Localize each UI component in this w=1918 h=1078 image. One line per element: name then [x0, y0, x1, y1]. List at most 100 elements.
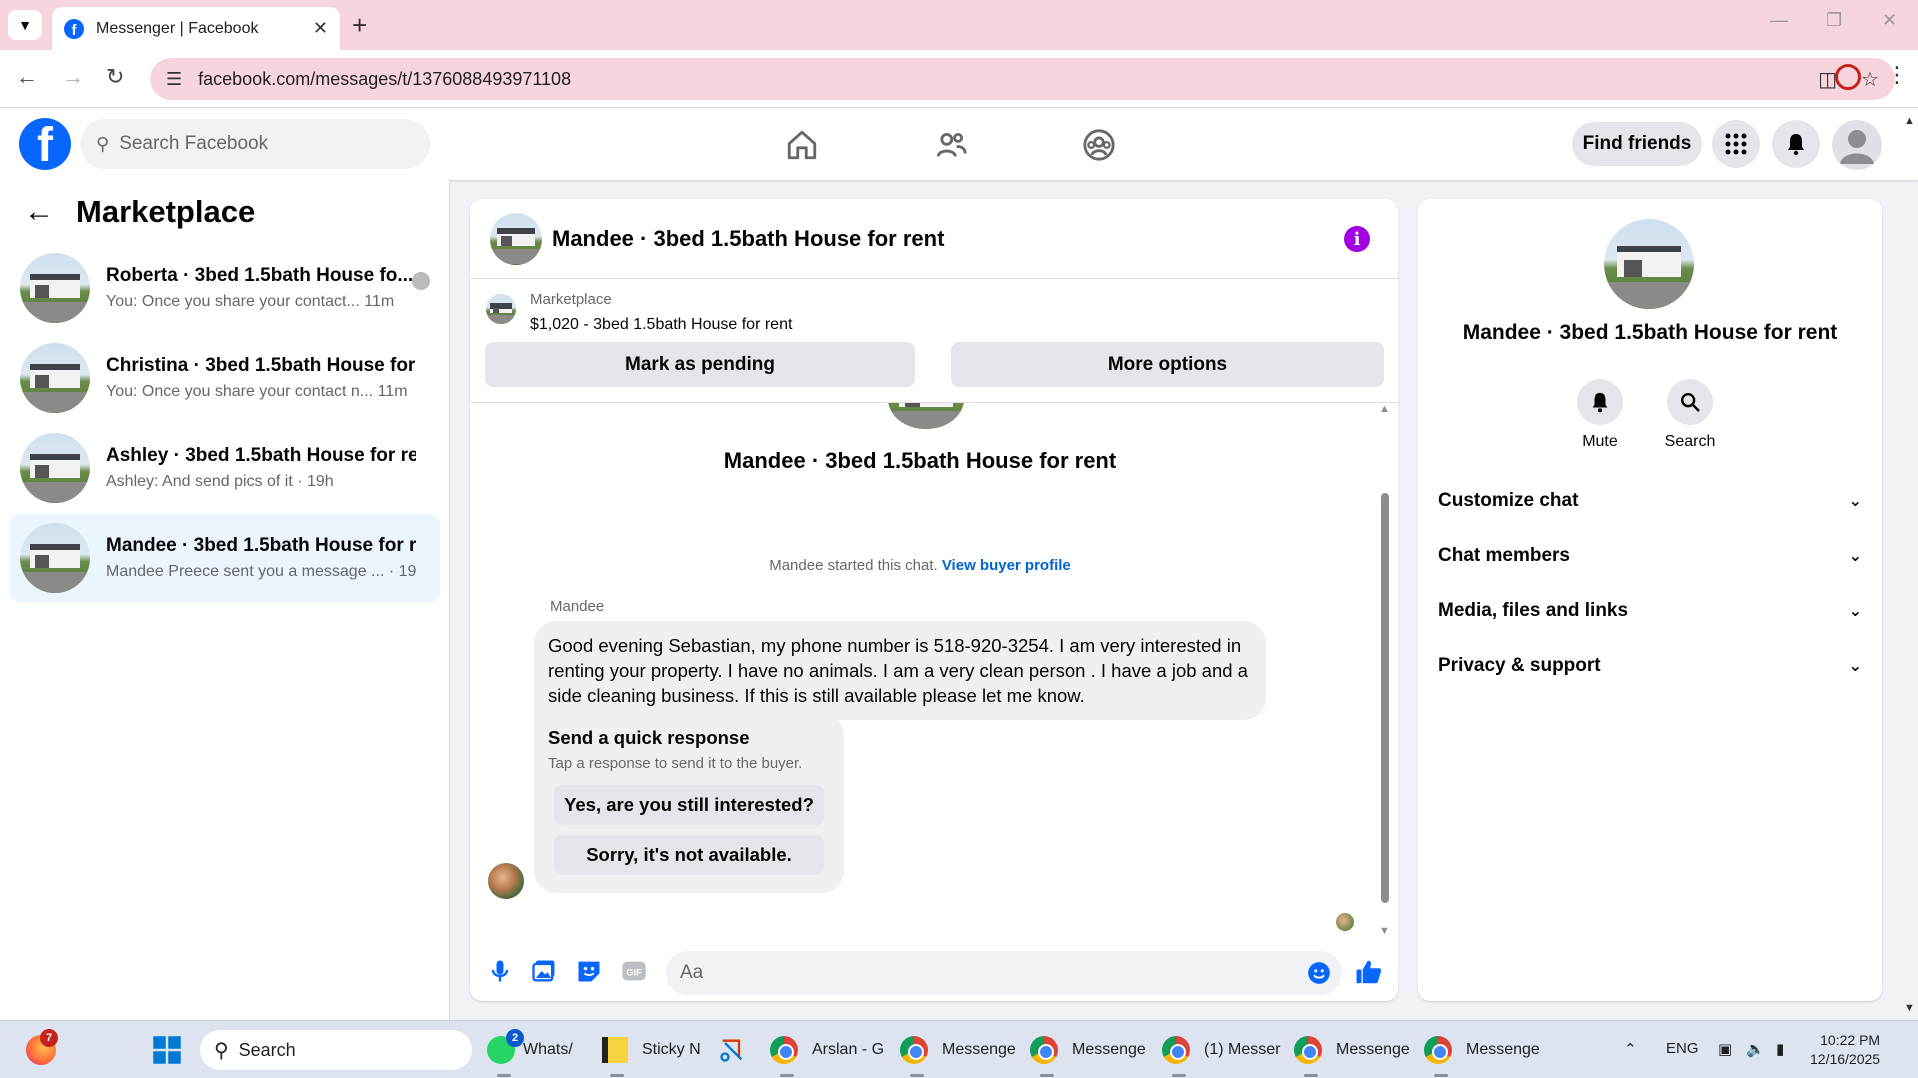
close-tab-icon[interactable]: ✕ — [313, 18, 328, 39]
chrome-taskbar-item-messenger-3[interactable]: (1) Messer — [1162, 1032, 1280, 1068]
facebook-search-box[interactable]: ⚲ — [80, 119, 430, 169]
chat-avatar[interactable] — [490, 212, 542, 265]
conversation-preview: You: Once you share your contact... 11m — [106, 293, 416, 311]
address-bar-row: ← → ↻ ☰ facebook.com/messages/t/13760884… — [0, 50, 1918, 108]
chrome-taskbar-item-messenger-2[interactable]: Messenge — [1030, 1032, 1146, 1068]
menu-grid-icon[interactable] — [1712, 120, 1760, 168]
network-icon[interactable]: ▣ — [1718, 1040, 1732, 1058]
scroll-down-icon[interactable]: ▼ — [1379, 925, 1390, 937]
chat-intro-name: Mandee · 3bed 1.5bath House for rent — [723, 448, 1117, 473]
profile-avatar[interactable] — [1832, 120, 1882, 170]
running-indicator — [1434, 1074, 1448, 1077]
chrome-taskbar-item-arslan[interactable]: Arslan - G — [770, 1032, 884, 1068]
emoji-icon[interactable] — [1306, 960, 1332, 986]
language-indicator[interactable]: ENG — [1666, 1040, 1699, 1057]
listing-thumbnail[interactable] — [486, 294, 516, 324]
back-arrow-icon[interactable]: ← — [16, 64, 38, 90]
facebook-search-input[interactable] — [119, 133, 400, 155]
sticky-notes-taskbar-item[interactable]: Sticky N — [602, 1032, 701, 1068]
close-window-icon[interactable]: ✕ — [1882, 10, 1897, 31]
windows-start-icon[interactable] — [152, 1032, 182, 1068]
new-tab-button[interactable]: + — [352, 10, 367, 41]
conversation-item-christina[interactable]: Christina · 3bed 1.5bath House for ... Y… — [10, 334, 440, 422]
running-indicator — [1304, 1074, 1318, 1077]
chrome-taskbar-item-messenger-1[interactable]: Messenge — [900, 1032, 1016, 1068]
sidebar-header: ← Marketplace — [24, 194, 255, 230]
privacy-support-section[interactable]: Privacy & support ⌄ — [1438, 644, 1862, 688]
quick-response-yes-button[interactable]: Yes, are you still interested? — [554, 785, 824, 825]
message-input[interactable] — [680, 962, 1280, 984]
message-scrollbar[interactable]: ▲ ▼ — [1378, 403, 1392, 943]
groups-icon[interactable] — [1082, 128, 1122, 164]
gif-icon[interactable]: GIF — [620, 957, 648, 985]
minimize-window-icon[interactable]: — — [1770, 10, 1788, 31]
bookmark-star-icon[interactable]: ☆ — [1861, 67, 1879, 92]
snipping-tool-taskbar-item[interactable] — [718, 1032, 746, 1068]
browser-menu-icon[interactable]: ⋮ — [1886, 62, 1908, 88]
marketplace-label: Marketplace — [530, 291, 612, 308]
notifications-bell-icon[interactable] — [1772, 120, 1820, 168]
sticker-icon[interactable] — [575, 957, 603, 985]
scrollbar-thumb[interactable] — [1381, 493, 1389, 903]
find-friends-button[interactable]: Find friends — [1572, 122, 1702, 166]
tab-search-button[interactable]: ▼ — [8, 10, 42, 40]
mute-action[interactable]: Mute — [1560, 379, 1640, 451]
search-action[interactable]: Search — [1650, 379, 1730, 451]
chat-started-notice: Mandee started this chat. View buyer pro… — [470, 557, 1370, 574]
whatsapp-taskbar-item[interactable]: Whats/ — [487, 1032, 573, 1068]
conversation-item-roberta[interactable]: Roberta · 3bed 1.5bath House fo... You: … — [10, 244, 440, 332]
chrome-taskbar-item-messenger-5[interactable]: Messenge — [1424, 1032, 1540, 1068]
listing-price-title[interactable]: $1,020 - 3bed 1.5bath House for rent — [530, 316, 792, 334]
chrome-icon — [900, 1036, 928, 1064]
chrome-taskbar-item-messenger-4[interactable]: Messenge — [1294, 1032, 1410, 1068]
friends-icon[interactable] — [934, 128, 974, 164]
media-files-links-section[interactable]: Media, files and links ⌄ — [1438, 589, 1862, 633]
facebook-logo-icon[interactable]: f — [19, 118, 71, 170]
mark-as-pending-button[interactable]: Mark as pending — [485, 342, 915, 387]
listing-avatar-large[interactable] — [1604, 219, 1694, 309]
volume-icon[interactable]: 🔈 — [1746, 1040, 1765, 1058]
taskbar-app-label: Messenge — [1466, 1041, 1540, 1058]
back-arrow-icon[interactable]: ← — [24, 195, 54, 229]
facebook-header: f ⚲ Find friends — [0, 108, 1918, 180]
browser-profile-icon[interactable] — [1835, 64, 1861, 90]
taskbar-clock[interactable]: 10:22 PM 12/16/2025 — [1810, 1031, 1880, 1069]
home-icon[interactable] — [785, 128, 825, 164]
sender-avatar[interactable] — [488, 863, 524, 899]
message-input-box[interactable] — [666, 951, 1342, 995]
view-buyer-profile-link[interactable]: View buyer profile — [942, 557, 1071, 574]
browser-tab-active[interactable]: f Messenger | Facebook ✕ — [52, 7, 340, 50]
conversation-item-mandee[interactable]: Mandee · 3bed 1.5bath House for r... Man… — [10, 514, 440, 602]
search-icon[interactable] — [1667, 379, 1713, 425]
site-info-icon[interactable]: ☰ — [166, 69, 182, 90]
microphone-icon[interactable] — [486, 957, 514, 985]
restore-window-icon[interactable]: ❐ — [1826, 10, 1842, 31]
details-title: Mandee · 3bed 1.5bath House for rent — [1462, 321, 1838, 344]
chat-members-section[interactable]: Chat members ⌄ — [1438, 534, 1862, 578]
taskbar-search-label: Search — [238, 1039, 296, 1060]
more-options-button[interactable]: More options — [951, 342, 1384, 387]
conversation-preview-text: Ashley: And send pics of it — [106, 473, 293, 490]
scroll-up-icon[interactable]: ▲ — [1379, 403, 1390, 415]
battery-icon[interactable]: ▮ — [1776, 1040, 1784, 1058]
taskbar-search-box[interactable]: ⚲ Search — [200, 1030, 472, 1070]
forward-arrow-icon[interactable]: → — [62, 64, 84, 90]
section-label: Customize chat — [1438, 490, 1579, 511]
reload-icon[interactable]: ↻ — [106, 64, 124, 90]
customize-chat-section[interactable]: Customize chat ⌄ — [1438, 479, 1862, 523]
listing-thumbnail — [20, 253, 90, 323]
page-scroll-up-icon[interactable]: ▲ — [1904, 115, 1915, 127]
page-scroll-down-icon[interactable]: ▼ — [1904, 1002, 1915, 1014]
url-text[interactable]: facebook.com/messages/t/1376088493971108 — [198, 69, 1794, 90]
conversation-name: Ashley · 3bed 1.5bath House for rent — [106, 445, 416, 466]
conversation-item-ashley[interactable]: Ashley · 3bed 1.5bath House for rent Ash… — [10, 424, 440, 512]
show-hidden-icons-chevron-icon[interactable]: ⌃ — [1624, 1040, 1637, 1058]
quick-response-sorry-button[interactable]: Sorry, it's not available. — [554, 835, 824, 875]
omnibox[interactable]: ☰ facebook.com/messages/t/13760884939711… — [150, 58, 1895, 100]
chrome-icon — [1294, 1036, 1322, 1064]
bell-icon[interactable] — [1577, 379, 1623, 425]
info-icon[interactable]: i — [1344, 226, 1370, 252]
photo-icon[interactable] — [530, 957, 558, 985]
thumbs-up-icon[interactable] — [1354, 957, 1382, 985]
chat-title[interactable]: Mandee · 3bed 1.5bath House for rent — [552, 226, 944, 252]
